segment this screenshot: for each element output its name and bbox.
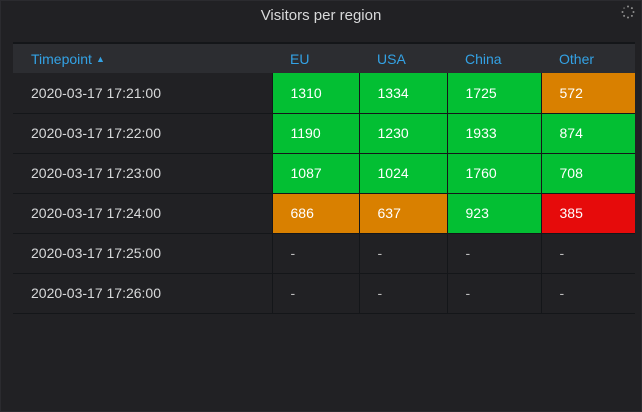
data-table: Timepoint ▲ EU USA China Other 2020-03-17… (13, 42, 635, 314)
cell-china: - (446, 273, 541, 314)
table-panel: Visitors per region Timepoint ▲ EU USA C… (0, 0, 642, 412)
cell-timepoint: 2020-03-17 17:21:00 (13, 73, 272, 114)
cell-usa: 637 (358, 193, 447, 234)
cell-timepoint: 2020-03-17 17:26:00 (13, 273, 272, 314)
cell-other: 708 (540, 153, 635, 194)
cell-other: - (540, 273, 635, 314)
cell-china: - (446, 233, 541, 274)
table-row: 2020-03-17 17:22:00 1190 1230 1933 874 (13, 113, 635, 154)
table-row: 2020-03-17 17:21:00 1310 1334 1725 572 (13, 73, 635, 114)
column-header-eu[interactable]: EU (272, 42, 359, 73)
table-row: 2020-03-17 17:26:00 - - - - (13, 273, 635, 314)
panel-title[interactable]: Visitors per region (1, 5, 641, 27)
cell-usa: - (358, 273, 447, 314)
table-header-row: Timepoint ▲ EU USA China Other (13, 42, 635, 73)
cell-eu: 1087 (271, 153, 359, 194)
column-header-label: Timepoint (31, 50, 92, 67)
cell-eu: - (271, 273, 359, 314)
cell-china: 923 (446, 193, 541, 234)
cell-other: 874 (540, 113, 635, 154)
cell-timepoint: 2020-03-17 17:22:00 (13, 113, 272, 154)
column-header-china[interactable]: China (447, 42, 541, 73)
cell-eu: 686 (271, 193, 359, 234)
cell-timepoint: 2020-03-17 17:24:00 (13, 193, 272, 234)
column-header-usa[interactable]: USA (359, 42, 447, 73)
cell-usa: 1230 (358, 113, 447, 154)
caret-up-icon: ▲ (95, 53, 105, 64)
table-row: 2020-03-17 17:23:00 1087 1024 1760 708 (13, 153, 635, 194)
cell-usa: 1334 (358, 73, 447, 114)
cell-usa: 1024 (358, 153, 447, 194)
cell-timepoint: 2020-03-17 17:25:00 (13, 233, 272, 274)
cell-eu: 1190 (271, 113, 359, 154)
cell-china: 1933 (446, 113, 541, 154)
cell-eu: - (271, 233, 359, 274)
data-table-container: Timepoint ▲ EU USA China Other 2020-03-17… (13, 42, 635, 314)
cell-china: 1760 (446, 153, 541, 194)
cell-eu: 1310 (271, 73, 359, 114)
cell-other: 385 (540, 193, 635, 234)
table-row: 2020-03-17 17:25:00 - - - - (13, 233, 635, 274)
cell-timepoint: 2020-03-17 17:23:00 (13, 153, 272, 194)
column-header-other[interactable]: Other (541, 42, 635, 73)
cell-usa: - (358, 233, 447, 274)
cell-other: - (540, 233, 635, 274)
table-row: 2020-03-17 17:24:00 686 637 923 385 (13, 193, 635, 234)
cell-other: 572 (540, 73, 635, 114)
spinner-icon (621, 5, 635, 19)
cell-china: 1725 (446, 73, 541, 114)
column-header-timepoint[interactable]: Timepoint ▲ (13, 42, 272, 73)
